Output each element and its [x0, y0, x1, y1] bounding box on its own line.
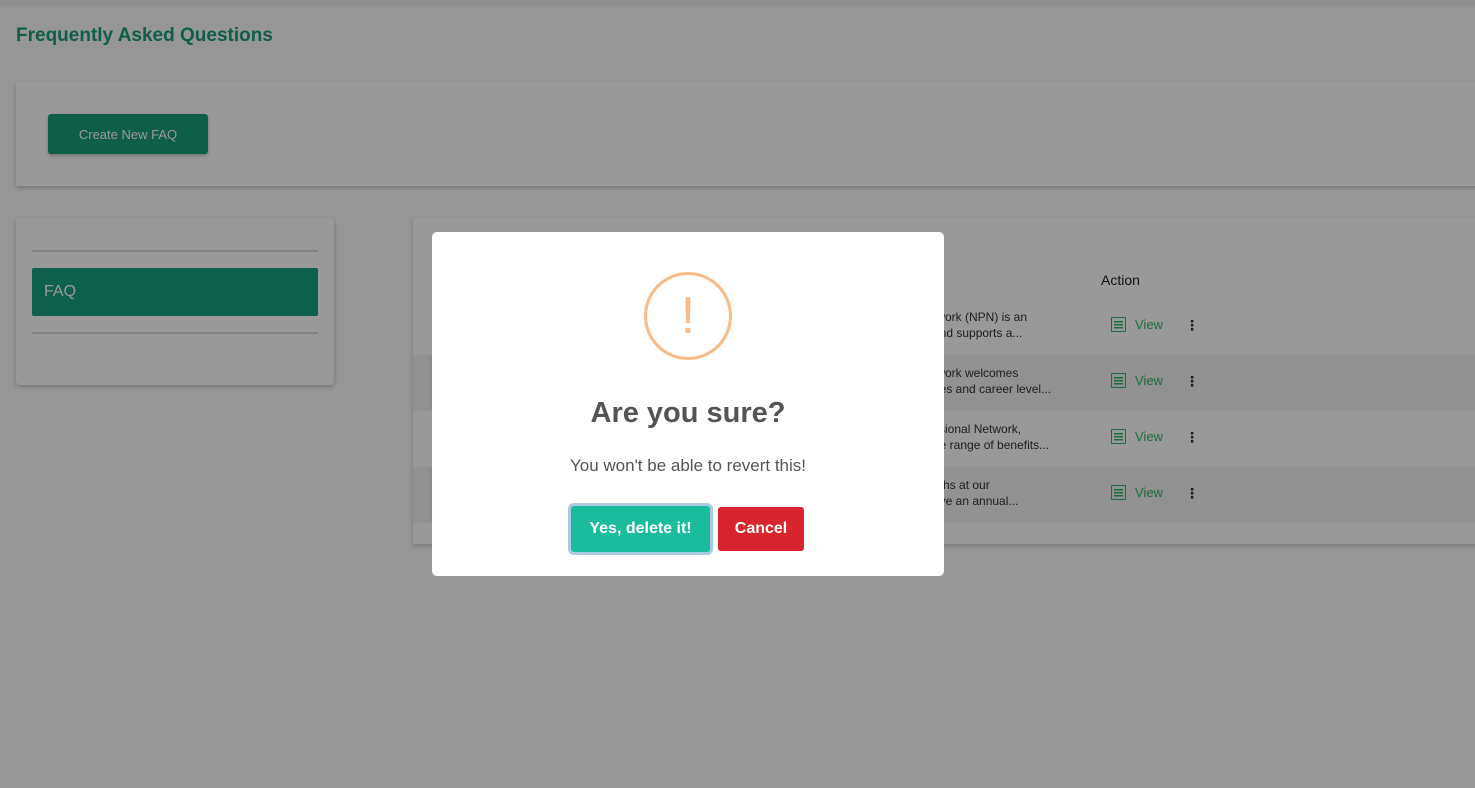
confirm-delete-button[interactable]: Yes, delete it!	[571, 506, 710, 552]
dialog-message: You won't be able to revert this!	[569, 456, 807, 475]
cancel-button[interactable]: Cancel	[718, 507, 804, 551]
faq-page: Frequently Asked Questions Create New FA…	[0, 0, 1475, 788]
confirm-delete-dialog: ! Are you sure? You won't be able to rev…	[432, 232, 944, 576]
dialog-title: Are you sure?	[590, 397, 786, 429]
warning-icon: !	[644, 272, 732, 360]
